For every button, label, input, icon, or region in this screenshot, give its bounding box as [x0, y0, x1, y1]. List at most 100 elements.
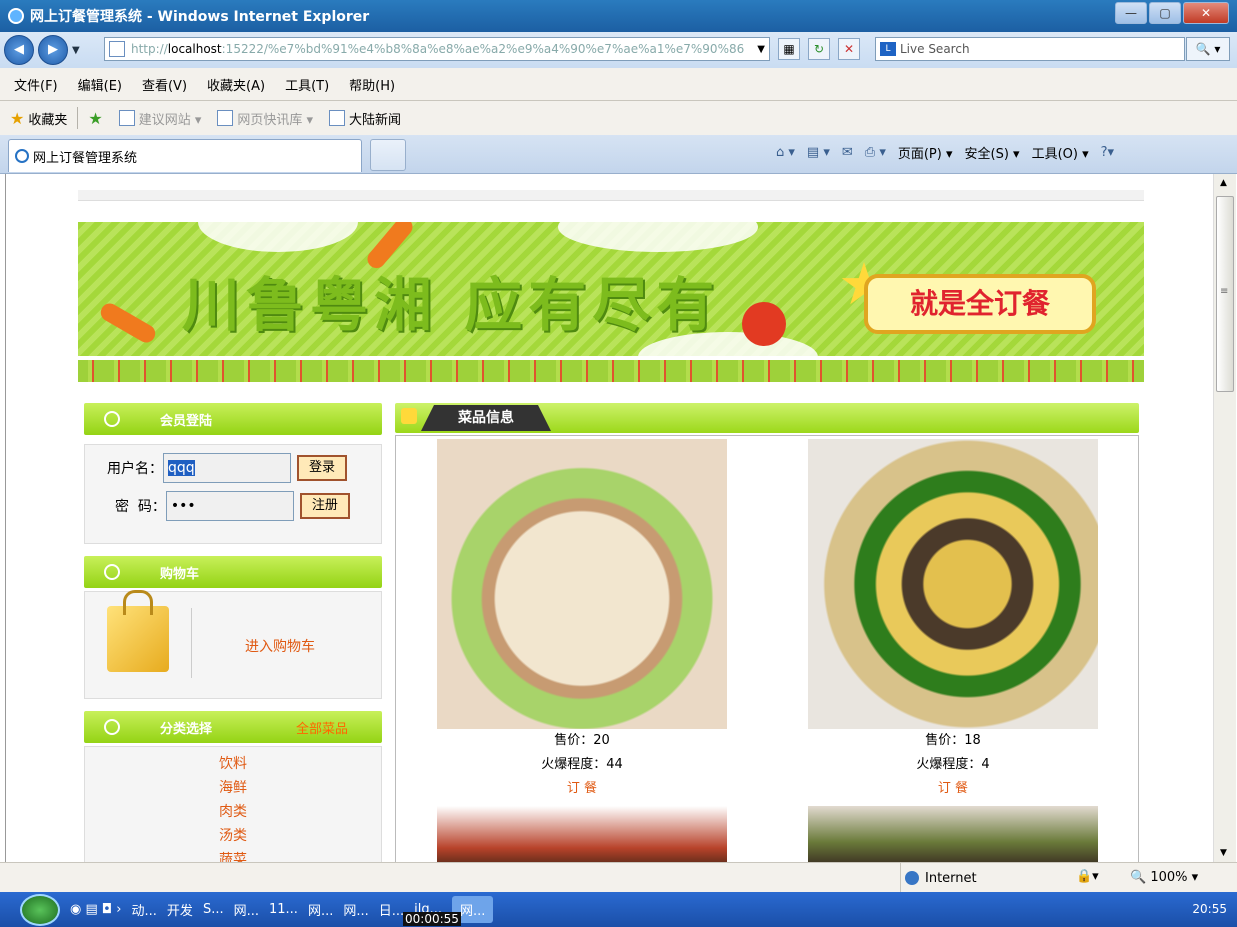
menu-view[interactable]: 查看(V)	[142, 75, 187, 94]
safety-menu[interactable]: 安全(S) ▾	[965, 143, 1020, 162]
start-button[interactable]	[20, 893, 60, 926]
tools-menu[interactable]: 工具(O) ▾	[1032, 143, 1089, 162]
zoom-level[interactable]: 🔍 100% ▾	[1130, 870, 1198, 885]
taskbar-item[interactable]: 11...	[269, 902, 298, 917]
taskbar-item[interactable]: 开发	[167, 900, 193, 919]
decorative-strip	[78, 360, 1144, 382]
password-row: 密 码： ••• 注册	[115, 491, 350, 521]
separator	[77, 107, 79, 129]
order-link[interactable]: 订 餐	[808, 777, 1098, 801]
banner-leaf	[198, 222, 358, 252]
title-bar: 网上订餐管理系统 - Windows Internet Explorer — ▢…	[0, 0, 1237, 32]
tab-bar: 网上订餐管理系统 ⌂ ▾ ▤ ▾ ✉ ⎙ ▾ 页面(P) ▾ 安全(S) ▾ 工…	[0, 135, 1237, 174]
url-dropdown-icon[interactable]: ▼	[757, 44, 765, 55]
dishes-header: 菜品信息	[395, 403, 1139, 433]
minimize-button[interactable]: —	[1115, 2, 1147, 24]
login-button[interactable]: 登录	[297, 455, 347, 481]
refresh-icon[interactable]: ↻	[808, 38, 830, 60]
home-icon[interactable]: ⌂ ▾	[776, 145, 795, 160]
favbar-link-news[interactable]: 大陆新闻	[329, 109, 401, 128]
category-soup[interactable]: 汤类	[85, 825, 381, 845]
scroll-down-icon[interactable]: ▼	[1220, 848, 1227, 858]
dish-image[interactable]	[437, 806, 727, 862]
window-controls: — ▢ ✕	[1115, 2, 1229, 24]
dish-image[interactable]	[808, 806, 1098, 862]
favbar-link-suggested[interactable]: 建议网站 ▾	[118, 109, 201, 128]
globe-icon	[905, 871, 919, 885]
help-icon[interactable]: ?▾	[1101, 145, 1114, 160]
taskbar-item[interactable]: S...	[203, 902, 224, 917]
dish-image[interactable]	[808, 439, 1098, 729]
password-label: 密 码：	[115, 499, 166, 515]
taskbar-item[interactable]: 网...	[234, 900, 259, 919]
favorites-bar: ★ 收藏夹 ★ 建议网站 ▾ 网页快讯库 ▾ 大陆新闻	[0, 101, 1237, 135]
forward-button[interactable]: ▶	[38, 35, 68, 65]
system-clock: 20:55	[1192, 902, 1227, 916]
history-dropdown-icon[interactable]: ▼	[72, 45, 80, 56]
username-field[interactable]: qqq	[163, 453, 291, 483]
compat-view-icon[interactable]: ▦	[778, 38, 800, 60]
category-seafood[interactable]: 海鲜	[85, 777, 381, 797]
new-tab-button[interactable]	[370, 139, 406, 171]
stop-icon[interactable]: ✕	[838, 38, 860, 60]
recording-timer: 00:00:55	[403, 912, 461, 926]
category-header-icon	[104, 719, 120, 735]
url-field[interactable]: http:// localhost :15222/%e7%bd%91%e4%b8…	[104, 37, 770, 61]
cart-header-label: 购物车	[160, 566, 200, 582]
menu-favorites[interactable]: 收藏夹(A)	[207, 75, 265, 94]
cart-panel: 进入购物车	[84, 590, 382, 699]
search-input[interactable]: L Live Search	[875, 37, 1185, 61]
password-field[interactable]: •••	[165, 491, 294, 521]
menu-help[interactable]: 帮助(H)	[349, 75, 395, 94]
page-content: 川鲁粤湘 应有尽有 ★ 就是全订餐 会员登陆 用户名： qqq 登录 密 码： …	[5, 174, 1213, 862]
favbar-link-webslice[interactable]: 网页快讯库 ▾	[217, 109, 313, 128]
close-button[interactable]: ✕	[1183, 2, 1229, 24]
favbar-link-label: 网页快讯库 ▾	[237, 112, 314, 128]
window-title: 网上订餐管理系统 - Windows Internet Explorer	[30, 9, 370, 25]
back-button[interactable]: ◀	[4, 35, 34, 65]
search-button[interactable]: 🔍 ▾	[1186, 37, 1230, 61]
add-favorite-icon[interactable]: ★	[88, 109, 102, 128]
menu-file[interactable]: 文件(F)	[14, 75, 58, 94]
scroll-up-icon[interactable]: ▲	[1220, 178, 1227, 188]
status-bar: Internet 🔒▾ 🔍 100% ▾	[0, 862, 1237, 893]
banner: 川鲁粤湘 应有尽有 ★ 就是全订餐	[78, 222, 1144, 356]
enter-cart-link[interactable]: 进入购物车	[245, 636, 315, 656]
login-header-label: 会员登陆	[160, 413, 213, 429]
category-header-label: 分类选择	[160, 721, 213, 737]
category-meat[interactable]: 肉类	[85, 801, 381, 821]
mail-icon[interactable]: ✉	[842, 145, 853, 160]
taskbar-item[interactable]: 日...	[379, 900, 404, 919]
tab-current[interactable]: 网上订餐管理系统	[8, 139, 362, 172]
favorites-button[interactable]: 收藏夹	[28, 109, 67, 128]
dish-image[interactable]	[437, 439, 727, 729]
menu-bar: 文件(F) 编辑(E) 查看(V) 收藏夹(A) 工具(T) 帮助(H)	[0, 68, 1237, 101]
taskbar-item[interactable]: 网...	[343, 900, 368, 919]
protected-mode-icon[interactable]: 🔒▾	[1076, 869, 1099, 884]
taskbar-item[interactable]: 网...	[308, 900, 333, 919]
order-link[interactable]: 订 餐	[437, 777, 727, 801]
login-header: 会员登陆	[84, 403, 382, 435]
category-panel: 饮料 海鲜 肉类 汤类 蔬菜	[84, 746, 382, 862]
maximize-button[interactable]: ▢	[1149, 2, 1181, 24]
menu-edit[interactable]: 编辑(E)	[78, 75, 122, 94]
print-icon[interactable]: ⎙ ▾	[865, 145, 886, 160]
taskbar-item[interactable]: 动...	[132, 900, 157, 919]
page-menu[interactable]: 页面(P) ▾	[898, 143, 953, 162]
menu-tools[interactable]: 工具(T)	[285, 75, 329, 94]
category-drinks[interactable]: 饮料	[85, 753, 381, 773]
username-value: qqq	[168, 460, 195, 476]
all-dishes-link[interactable]: 全部菜品	[296, 718, 348, 737]
category-vegetables[interactable]: 蔬菜	[85, 849, 381, 862]
dish-card	[808, 806, 1098, 862]
page-icon	[329, 110, 346, 126]
shopping-bag-icon	[107, 590, 169, 672]
command-bar: ⌂ ▾ ▤ ▾ ✉ ⎙ ▾ 页面(P) ▾ 安全(S) ▾ 工具(O) ▾ ?▾	[776, 143, 1114, 162]
quicklaunch-icon[interactable]: ◉ ▤ ◘ ›	[70, 902, 122, 917]
dishes-panel: 售价：20 火爆程度：44 订 餐 售价：18 火爆程度：4 订 餐	[395, 435, 1139, 862]
vertical-scrollbar[interactable]: ▲ ≡ ▼	[1213, 174, 1236, 862]
register-button[interactable]: 注册	[299, 493, 350, 519]
zoom-value: 100%	[1150, 870, 1188, 885]
feeds-icon[interactable]: ▤ ▾	[807, 145, 830, 160]
page-icon	[109, 41, 125, 57]
